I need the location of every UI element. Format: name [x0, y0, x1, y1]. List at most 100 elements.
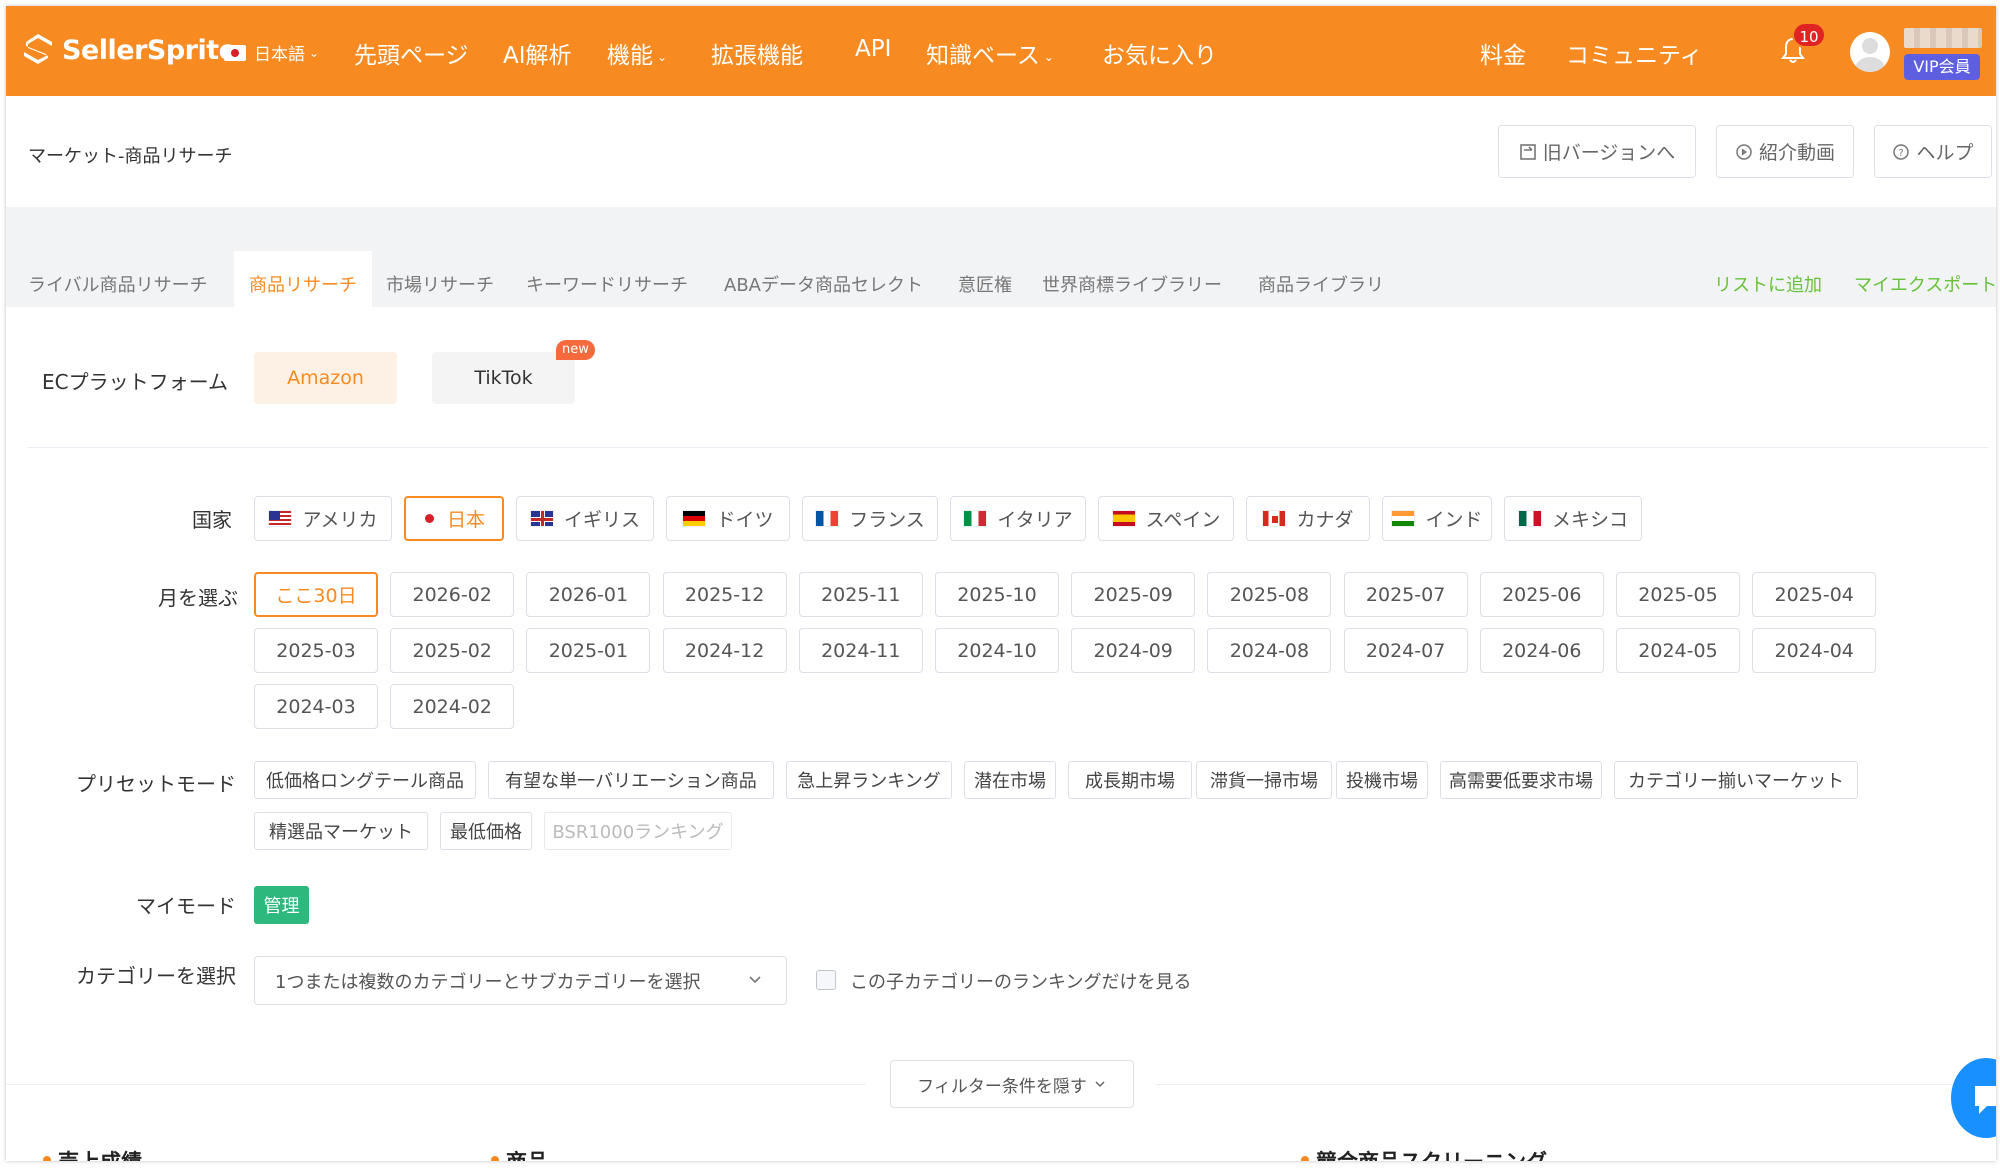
hide-filter-button[interactable]: フィルター条件を隠す — [890, 1060, 1134, 1108]
preset-clearance-market[interactable]: 滞貨一掃市場 — [1196, 761, 1332, 799]
preset-lowest-price[interactable]: 最低価格 — [440, 812, 532, 850]
month-option-2025-12[interactable]: 2025-12 — [662, 572, 787, 617]
help-label: ヘルプ — [1916, 142, 1974, 164]
country-usa[interactable]: アメリカ — [254, 496, 392, 541]
logo[interactable]: SellerSprite — [20, 28, 237, 72]
logo-text: SellerSprite — [62, 34, 237, 66]
month-option-2025-05[interactable]: 2025-05 — [1616, 572, 1740, 617]
nav-favorites[interactable]: お気に入り — [1102, 36, 1217, 70]
page-title: マーケット-商品リサーチ — [28, 146, 233, 167]
nav-community[interactable]: コミュニティ — [1566, 36, 1703, 70]
vip-badge: VIP会員 — [1904, 54, 1980, 80]
month-option-2025-06[interactable]: 2025-06 — [1479, 572, 1604, 617]
month-option-2025-10[interactable]: 2025-10 — [935, 572, 1059, 617]
month-option-2024-12[interactable]: 2024-12 — [662, 628, 787, 673]
preset-low-price-long-tail[interactable]: 低価格ロングテール商品 — [254, 761, 476, 799]
add-to-list-link[interactable]: リストに追加 — [1714, 271, 1822, 297]
country-mexico-label: メキシコ — [1551, 509, 1628, 531]
month-option-2025-01[interactable]: 2025-01 — [526, 628, 651, 673]
language-selector[interactable]: 日本語 ⌄ — [224, 40, 319, 65]
chat-support-icon[interactable] — [1951, 1058, 1996, 1138]
subcategory-ranking-label: この子カテゴリーのランキングだけを見る — [850, 972, 1192, 993]
month-option-2024-07[interactable]: 2024-07 — [1343, 628, 1468, 673]
intro-video-label: 紹介動画 — [1758, 142, 1835, 164]
month-option-2025-09[interactable]: 2025-09 — [1071, 572, 1196, 617]
country-italy[interactable]: イタリア — [950, 496, 1086, 541]
country-japan-label: 日本 — [446, 509, 485, 531]
manage-button[interactable]: 管理 — [254, 886, 309, 924]
month-option-2025-08[interactable]: 2025-08 — [1207, 572, 1332, 617]
nav-knowledge-base[interactable]: 知識ベース ⌄ — [926, 36, 1054, 70]
country-canada[interactable]: カナダ — [1246, 496, 1370, 541]
nav-extensions[interactable]: 拡張機能 — [711, 36, 803, 70]
nav-api[interactable]: API — [855, 36, 891, 62]
country-label: 国家 — [192, 508, 232, 532]
month-option-2025-07[interactable]: 2025-07 — [1343, 572, 1468, 617]
month-option-2025-03[interactable]: 2025-03 — [254, 628, 378, 673]
month-option-2024-09[interactable]: 2024-09 — [1071, 628, 1196, 673]
preset-growth-market[interactable]: 成長期市場 — [1068, 761, 1192, 799]
subcategory-ranking-checkbox[interactable] — [816, 970, 836, 990]
country-japan[interactable]: 日本 — [404, 496, 504, 541]
month-option-2024-04[interactable]: 2024-04 — [1752, 628, 1877, 673]
preset-selected-market[interactable]: 精選品マーケット — [254, 812, 428, 850]
my-export-link[interactable]: マイエクスポート — [1854, 271, 1996, 297]
preset-speculative-market[interactable]: 投機市場 — [1336, 761, 1428, 799]
old-version-button[interactable]: 旧バージョンへ — [1498, 125, 1696, 178]
help-button[interactable]: ? ヘルプ — [1874, 125, 1992, 178]
nav-ai-analysis[interactable]: AI解析 — [503, 36, 572, 70]
play-icon — [1736, 143, 1752, 160]
intro-video-button[interactable]: 紹介動画 — [1716, 125, 1854, 178]
tab-design-rights[interactable]: 意匠権 — [958, 271, 1012, 297]
nav-features-label: 機能 — [607, 43, 653, 69]
nav-home[interactable]: 先頭ページ — [354, 36, 469, 70]
category-select[interactable]: 1つまたは複数のカテゴリーとサブカテゴリーを選択 — [254, 956, 787, 1005]
month-option-2024-03[interactable]: 2024-03 — [254, 684, 378, 729]
country-india[interactable]: インド — [1382, 496, 1492, 541]
country-uk[interactable]: イギリス — [516, 496, 654, 541]
avatar[interactable] — [1850, 32, 1890, 72]
preset-promising-single-variation[interactable]: 有望な単一バリエーション商品 — [488, 761, 774, 799]
preset-category-complete-market[interactable]: カテゴリー揃いマーケット — [1614, 761, 1858, 799]
month-option-2026-02[interactable]: 2026-02 — [390, 572, 515, 617]
sellersprite-logo-icon — [24, 34, 52, 64]
month-option-2025-11[interactable]: 2025-11 — [798, 572, 923, 617]
platform-tiktok[interactable]: TikTok — [432, 352, 575, 404]
tab-rival-product-research[interactable]: ライバル商品リサーチ — [28, 271, 208, 297]
my-mode-label: マイモード — [136, 894, 236, 918]
chevron-down-icon — [1095, 1081, 1105, 1088]
month-option-2024-10[interactable]: 2024-10 — [935, 628, 1059, 673]
month-option-last-30-days[interactable]: ここ30日 — [254, 572, 378, 617]
month-option-2024-11[interactable]: 2024-11 — [798, 628, 923, 673]
preset-potential-market[interactable]: 潜在市場 — [964, 761, 1056, 799]
nav-pricing[interactable]: 料金 — [1480, 36, 1526, 70]
india-flag-icon — [1391, 510, 1416, 527]
month-option-2024-02[interactable]: 2024-02 — [390, 684, 515, 729]
preset-high-demand-low-requirement[interactable]: 高需要低要求市場 — [1440, 761, 1602, 799]
chevron-down-icon — [749, 976, 761, 984]
category-label: カテゴリーを選択 — [76, 964, 236, 988]
country-france[interactable]: フランス — [802, 496, 938, 541]
nav-features[interactable]: 機能 ⌄ — [607, 36, 667, 70]
tab-market-research[interactable]: 市場リサーチ — [386, 271, 494, 297]
month-option-2024-05[interactable]: 2024-05 — [1616, 628, 1740, 673]
tab-trademark-library[interactable]: 世界商標ライブラリー — [1042, 271, 1222, 297]
country-spain[interactable]: スペイン — [1098, 496, 1234, 541]
preset-rising-ranking[interactable]: 急上昇ランキング — [786, 761, 952, 799]
tab-aba-data[interactable]: ABAデータ商品セレクト — [724, 271, 923, 297]
tab-product-research[interactable]: 商品リサーチ — [234, 251, 372, 307]
platform-amazon[interactable]: Amazon — [254, 352, 397, 404]
month-option-2024-06[interactable]: 2024-06 — [1479, 628, 1604, 673]
month-option-2024-08[interactable]: 2024-08 — [1207, 628, 1332, 673]
old-version-label: 旧バージョンへ — [1542, 142, 1676, 164]
chevron-down-icon: ⌄ — [1043, 49, 1054, 64]
month-option-2025-04[interactable]: 2025-04 — [1752, 572, 1877, 617]
tab-keyword-research[interactable]: キーワードリサーチ — [526, 271, 688, 297]
month-option-2026-01[interactable]: 2026-01 — [526, 572, 651, 617]
month-option-2025-02[interactable]: 2025-02 — [390, 628, 515, 673]
country-germany[interactable]: ドイツ — [666, 496, 790, 541]
country-mexico[interactable]: メキシコ — [1504, 496, 1642, 541]
country-italy-label: イタリア — [997, 509, 1073, 531]
platform-label: ECプラットフォーム — [42, 370, 229, 394]
tab-product-library[interactable]: 商品ライブラリ — [1258, 271, 1384, 297]
